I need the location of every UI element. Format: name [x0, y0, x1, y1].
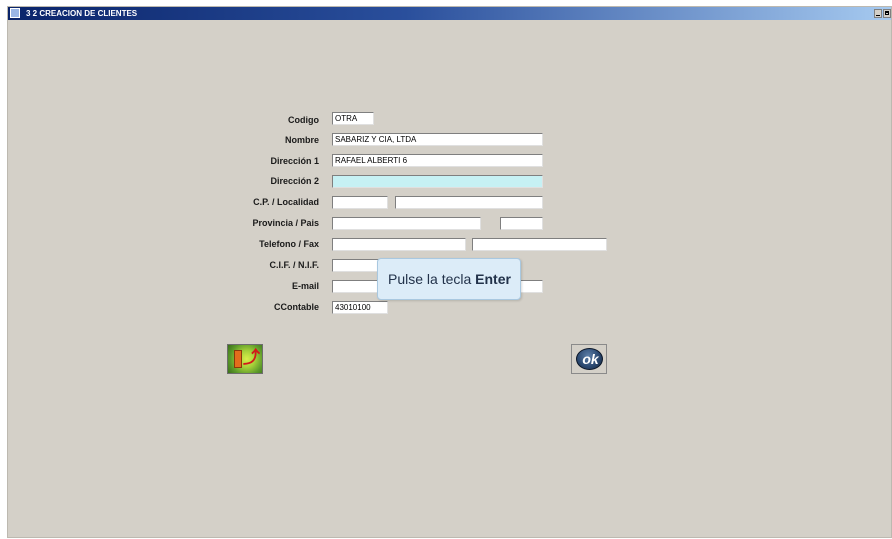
title-bar[interactable]: 3 2 CREACION DE CLIENTES	[8, 7, 891, 20]
label-telefono-fax: Telefono / Fax	[259, 239, 319, 249]
ok-icon: ok	[576, 348, 603, 370]
label-direccion-2: Dirección 2	[270, 176, 319, 186]
label-direccion-1: Dirección 1	[270, 156, 319, 166]
window-title: 3 2 CREACION DE CLIENTES	[26, 9, 138, 18]
minimize-button[interactable]	[874, 9, 882, 18]
telefono-field[interactable]	[332, 238, 466, 251]
provincia-field[interactable]	[332, 217, 481, 230]
running-man-icon: ⤴	[243, 348, 260, 367]
ok-label: ok	[582, 351, 599, 367]
codigo-field[interactable]: OTRA	[332, 112, 374, 125]
exit-door-icon	[234, 350, 242, 368]
app-icon	[10, 8, 20, 18]
direccion-2-field[interactable]	[332, 175, 543, 188]
pais-field[interactable]	[500, 217, 543, 230]
label-email: E-mail	[291, 281, 319, 291]
direccion-1-field[interactable]: RAFAEL ALBERTI 6	[332, 154, 543, 167]
tooltip-prefix: Pulse la tecla	[388, 271, 476, 287]
label-cif-nif: C.I.F. / N.I.F.	[269, 260, 319, 270]
tooltip-key: Enter	[475, 271, 511, 287]
localidad-field[interactable]	[395, 196, 543, 209]
fax-field[interactable]	[472, 238, 607, 251]
ccontable-field[interactable]: 43010100	[332, 301, 388, 314]
maximize-button[interactable]	[883, 9, 891, 18]
label-codigo: Codigo	[288, 115, 319, 125]
label-nombre: Nombre	[284, 135, 319, 145]
ok-button[interactable]: ok	[571, 344, 607, 374]
enter-key-tooltip: Pulse la tecla Enter	[377, 258, 521, 300]
label-cp-localidad: C.P. / Localidad	[253, 197, 319, 207]
exit-button[interactable]: ⤴	[227, 344, 263, 374]
label-provincia-pais: Provincia / Pais	[252, 218, 319, 228]
cp-field[interactable]	[332, 196, 388, 209]
label-ccontable: CContable	[274, 302, 319, 312]
nombre-field[interactable]: SABARIZ Y CIA, LTDA	[332, 133, 543, 146]
